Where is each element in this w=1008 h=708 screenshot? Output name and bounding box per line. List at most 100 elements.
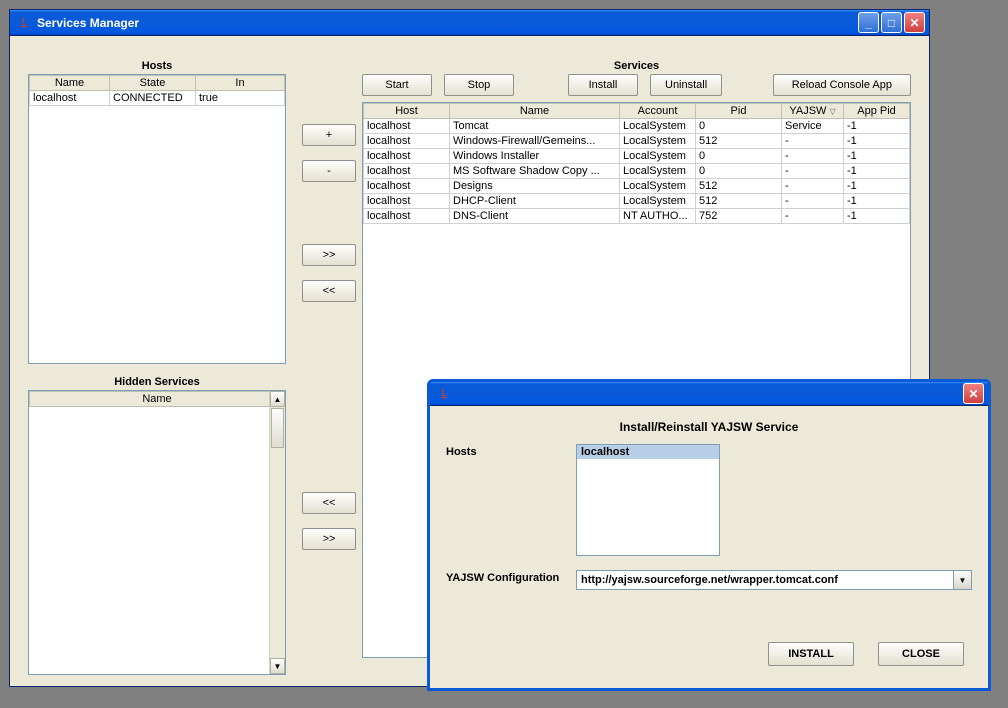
start-button[interactable]: Start (362, 74, 432, 96)
cell: - (782, 134, 844, 149)
cell: localhost (364, 134, 450, 149)
cell: 512 (696, 194, 782, 209)
scroll-thumb[interactable] (271, 408, 284, 448)
cell: -1 (844, 134, 910, 149)
uninstall-button[interactable]: Uninstall (650, 74, 722, 96)
cell: LocalSystem (620, 164, 696, 179)
cell: LocalSystem (620, 179, 696, 194)
config-dropdown-button[interactable]: ▼ (954, 570, 972, 590)
hosts-col-in[interactable]: In (196, 76, 285, 91)
hidden-move-right-button[interactable]: >> (302, 528, 356, 550)
table-row[interactable]: localhostWindows-Firewall/Gemeins...Loca… (364, 134, 910, 149)
table-row[interactable]: localhostTomcatLocalSystem0Service-1 (364, 119, 910, 134)
table-row[interactable]: localhostCONNECTEDtrue (30, 91, 285, 106)
cell: -1 (844, 149, 910, 164)
svc-col-pid[interactable]: Pid (696, 104, 782, 119)
cell: NT AUTHO... (620, 209, 696, 224)
move-right-button[interactable]: >> (302, 244, 356, 266)
scroll-up-icon[interactable]: ▲ (270, 391, 285, 407)
stop-button[interactable]: Stop (444, 74, 514, 96)
dialog-heading: Install/Reinstall YAJSW Service (446, 420, 972, 434)
dialog-host-item[interactable]: localhost (577, 445, 719, 459)
java-icon (436, 386, 452, 402)
scroll-down-icon[interactable]: ▼ (270, 658, 285, 674)
chevron-down-icon: ▼ (959, 576, 967, 585)
cell: 752 (696, 209, 782, 224)
cell: MS Software Shadow Copy ... (450, 164, 620, 179)
hosts-title: Hosts (28, 60, 286, 72)
cell: localhost (364, 119, 450, 134)
add-host-button[interactable]: + (302, 124, 356, 146)
remove-host-button[interactable]: - (302, 160, 356, 182)
cell: 512 (696, 179, 782, 194)
reload-console-button[interactable]: Reload Console App (773, 74, 911, 96)
dialog-close-action-button[interactable]: CLOSE (878, 642, 964, 666)
hosts-table[interactable]: Name State In localhostCONNECTEDtrue (28, 74, 286, 364)
cell: Windows-Firewall/Gemeins... (450, 134, 620, 149)
cell: Service (782, 119, 844, 134)
cell: -1 (844, 209, 910, 224)
cell: localhost (364, 209, 450, 224)
cell: localhost (364, 149, 450, 164)
dialog-hosts-list[interactable]: localhost (576, 444, 720, 556)
cell: DHCP-Client (450, 194, 620, 209)
dialog-install-button[interactable]: INSTALL (768, 642, 854, 666)
close-button[interactable]: ✕ (904, 12, 925, 33)
cell: -1 (844, 164, 910, 179)
move-left-button[interactable]: << (302, 280, 356, 302)
table-row[interactable]: localhostMS Software Shadow Copy ...Loca… (364, 164, 910, 179)
svc-col-account[interactable]: Account (620, 104, 696, 119)
java-icon (16, 15, 32, 31)
svc-col-apppid[interactable]: App Pid (844, 104, 910, 119)
cell: Windows Installer (450, 149, 620, 164)
cell: - (782, 164, 844, 179)
window-title: Services Manager (37, 16, 856, 30)
hidden-move-left-button[interactable]: << (302, 492, 356, 514)
dialog-titlebar[interactable]: ✕ (430, 382, 988, 406)
cell: - (782, 179, 844, 194)
install-button[interactable]: Install (568, 74, 638, 96)
config-input[interactable] (576, 570, 954, 590)
cell: LocalSystem (620, 134, 696, 149)
cell: 0 (696, 164, 782, 179)
scrollbar[interactable]: ▲ ▼ (269, 391, 285, 674)
cell: -1 (844, 194, 910, 209)
cell: localhost (30, 91, 110, 106)
cell: LocalSystem (620, 119, 696, 134)
cell: localhost (364, 164, 450, 179)
hidden-table[interactable]: Name ▲ ▼ (28, 390, 286, 675)
cell: LocalSystem (620, 194, 696, 209)
cell: DNS-Client (450, 209, 620, 224)
table-row[interactable]: localhostDNS-ClientNT AUTHO...752--1 (364, 209, 910, 224)
hidden-services-panel: Hidden Services Name ▲ ▼ (28, 376, 286, 675)
cell: localhost (364, 179, 450, 194)
sort-desc-icon: ▽ (829, 107, 835, 116)
hosts-panel: Hosts Name State In localhostCONNECTEDtr… (28, 60, 286, 364)
install-dialog: ✕ Install/Reinstall YAJSW Service Hosts … (427, 379, 991, 691)
minimize-button[interactable]: _ (858, 12, 879, 33)
svc-col-host[interactable]: Host (364, 104, 450, 119)
cell: 0 (696, 119, 782, 134)
cell: Tomcat (450, 119, 620, 134)
hidden-title: Hidden Services (28, 376, 286, 388)
dialog-hosts-label: Hosts (446, 444, 576, 556)
svc-col-name[interactable]: Name (450, 104, 620, 119)
table-row[interactable]: localhostDesignsLocalSystem512--1 (364, 179, 910, 194)
services-title: Services (362, 60, 911, 72)
cell: 0 (696, 149, 782, 164)
dialog-config-label: YAJSW Configuration (446, 570, 576, 590)
cell: -1 (844, 179, 910, 194)
table-row[interactable]: localhostWindows InstallerLocalSystem0--… (364, 149, 910, 164)
cell: localhost (364, 194, 450, 209)
cell: true (196, 91, 285, 106)
table-row[interactable]: localhostDHCP-ClientLocalSystem512--1 (364, 194, 910, 209)
maximize-button[interactable]: □ (881, 12, 902, 33)
main-titlebar[interactable]: Services Manager _ □ ✕ (10, 10, 929, 36)
cell: -1 (844, 119, 910, 134)
svc-col-yajsw[interactable]: YAJSW ▽ (782, 104, 844, 119)
dialog-close-button[interactable]: ✕ (963, 383, 984, 404)
hosts-col-name[interactable]: Name (30, 76, 110, 91)
cell: - (782, 194, 844, 209)
hosts-col-state[interactable]: State (110, 76, 196, 91)
hidden-col-name[interactable]: Name (30, 392, 285, 407)
